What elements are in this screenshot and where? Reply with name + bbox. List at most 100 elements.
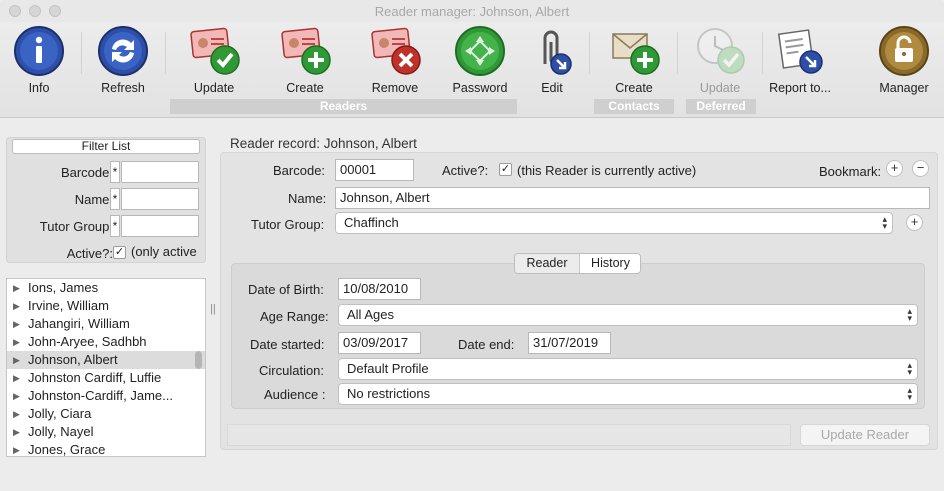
paperclip-edit-icon xyxy=(543,30,572,75)
filter-name-wildcard: * xyxy=(110,188,120,210)
reader-history-tabs: Reader History xyxy=(514,253,641,274)
manager-button[interactable]: Manager xyxy=(864,24,944,95)
disclosure-triangle-icon[interactable]: ▶ xyxy=(13,387,20,405)
reader-list-item[interactable]: ▶ Ions, James xyxy=(7,279,205,297)
date-started-field[interactable]: 03/09/2017 xyxy=(338,332,421,354)
bookmark-add-button[interactable]: + xyxy=(886,160,903,177)
date-of-birth-field[interactable]: 10/08/2010 xyxy=(338,278,421,300)
chevron-updown-icon: ▴ ▾ xyxy=(882,214,887,231)
reader-name: Jolly, Ciara xyxy=(28,406,92,421)
window-title: Reader manager: Johnson, Albert xyxy=(374,4,570,19)
clock-check-icon xyxy=(697,28,745,74)
reader-list-item[interactable]: ▶ John-Aryee, Sadhbh xyxy=(7,333,205,351)
padlock-icon xyxy=(879,26,929,76)
filter-barcode-input[interactable] xyxy=(121,161,199,183)
reader-list-item[interactable]: ▶ Jolly, Nayel xyxy=(7,423,205,441)
update-reader-button[interactable]: Update xyxy=(174,24,254,95)
audience-value: No restrictions xyxy=(347,386,431,401)
disclosure-triangle-icon[interactable]: ▶ xyxy=(13,351,20,369)
tab-reader[interactable]: Reader xyxy=(515,254,579,273)
barcode-label: Barcode: xyxy=(273,163,326,178)
envelope-add-icon xyxy=(612,33,660,75)
password-button[interactable]: Password xyxy=(440,24,520,95)
filter-list-button[interactable]: Filter List xyxy=(12,139,200,154)
reader-name: Irvine, William xyxy=(28,298,109,313)
reader-name: Johnson, Albert xyxy=(28,352,118,367)
reader-name: Johnston Cardiff, Luffie xyxy=(28,370,162,385)
tutor-group-value: Chaffinch xyxy=(344,215,399,230)
disclosure-triangle-icon[interactable]: ▶ xyxy=(13,369,20,387)
tutor-group-select[interactable]: Chaffinch ▴ ▾ xyxy=(335,212,893,234)
toolbar-separator xyxy=(81,32,82,74)
disclosure-triangle-icon[interactable]: ▶ xyxy=(13,333,20,351)
reader-list-item[interactable]: ▶ Jones, Grace xyxy=(7,441,205,456)
update-reader-submit-button[interactable]: Update Reader xyxy=(800,424,930,446)
info-button[interactable]: Info xyxy=(0,24,79,95)
filter-tutor-input[interactable] xyxy=(121,215,199,237)
reader-card-add-icon xyxy=(281,27,331,75)
name-label: Name: xyxy=(288,191,327,206)
reader-name: Johnston-Cardiff, Jame... xyxy=(28,388,173,403)
active-checkbox[interactable]: ✓ xyxy=(499,163,512,176)
active-label: Active?: xyxy=(442,163,489,178)
reader-name: Jahangiri, William xyxy=(28,316,130,331)
bookmark-remove-button[interactable]: − xyxy=(912,160,929,177)
tutor-group-add-button[interactable]: + xyxy=(906,214,923,231)
disclosure-triangle-icon[interactable]: ▶ xyxy=(13,315,20,333)
report-to-button[interactable]: Report to... xyxy=(760,24,840,95)
refresh-icon xyxy=(98,26,148,76)
filter-name-label: Name: xyxy=(74,192,113,207)
toolbar-separator xyxy=(589,32,590,74)
circulation-select[interactable]: Default Profile ▴ ▾ xyxy=(338,358,918,380)
name-field[interactable]: Johnson, Albert xyxy=(335,187,930,209)
filter-panel: Filter List Barcode: * Name: * Tutor Gro… xyxy=(6,137,206,263)
barcode-field[interactable]: 00001 xyxy=(335,159,414,181)
info-icon xyxy=(14,26,64,76)
title-bar: Reader manager: Johnson, Albert xyxy=(0,0,944,22)
tab-history[interactable]: History xyxy=(580,254,640,273)
age-range-select[interactable]: All Ages ▴ ▾ xyxy=(338,304,918,326)
audience-label: Audience : xyxy=(264,387,326,402)
circulation-label: Circulation: xyxy=(259,363,325,378)
chevron-updown-icon: ▴ ▾ xyxy=(907,306,912,323)
remove-reader-button[interactable]: Remove xyxy=(355,24,435,95)
contacts-group-label: Contacts xyxy=(594,99,674,114)
reader-name: Jolly, Nayel xyxy=(28,424,94,439)
filter-name-input[interactable] xyxy=(121,188,199,210)
disclosure-triangle-icon[interactable]: ▶ xyxy=(13,297,20,315)
create-contact-button[interactable]: Create xyxy=(594,24,674,95)
toolbar-separator xyxy=(677,32,678,74)
reader-list-item[interactable]: ▶ Jahangiri, William xyxy=(7,315,205,333)
chevron-updown-icon: ▴ ▾ xyxy=(907,360,912,377)
edit-button[interactable]: Edit xyxy=(512,24,592,95)
update-deferred-button[interactable]: Update xyxy=(680,24,760,95)
date-of-birth-label: Date of Birth: xyxy=(248,282,324,297)
disclosure-triangle-icon[interactable]: ▶ xyxy=(13,423,20,441)
filter-active-label: Active?: xyxy=(66,246,113,261)
disclosure-triangle-icon[interactable]: ▶ xyxy=(13,279,20,297)
create-reader-button[interactable]: Create xyxy=(265,24,345,95)
toolbar-separator xyxy=(165,32,166,74)
reader-list-item[interactable]: ▶ Jolly, Ciara xyxy=(7,405,205,423)
disclosure-triangle-icon[interactable]: ▶ xyxy=(13,441,20,456)
reader-list-scrollbar[interactable] xyxy=(195,351,202,369)
reader-list-item[interactable]: ▶ Irvine, William xyxy=(7,297,205,315)
reader-list-item[interactable]: ▶ Johnson, Albert xyxy=(7,351,205,369)
filter-active-checkbox[interactable]: ✓ xyxy=(113,246,126,259)
date-end-label: Date end: xyxy=(458,337,515,352)
circulation-value: Default Profile xyxy=(347,361,429,376)
filter-tutor-wildcard: * xyxy=(110,215,120,237)
audience-select[interactable]: No restrictions ▴ ▾ xyxy=(338,383,918,405)
reader-list[interactable]: ▶ Ions, James ▶ Irvine, William ▶ Jahangiri, … xyxy=(6,278,206,457)
reader-list-item[interactable]: ▶ Johnston Cardiff, Luffie xyxy=(7,369,205,387)
split-view-handle[interactable]: || xyxy=(210,303,216,315)
reader-list-item[interactable]: ▶ Johnston-Cardiff, Jame... xyxy=(7,387,205,405)
password-icon xyxy=(455,26,505,76)
readers-group-label: Readers xyxy=(170,99,517,114)
age-range-label: Age Range: xyxy=(260,309,329,324)
age-range-value: All Ages xyxy=(347,307,394,322)
record-title: Reader record: Johnson, Albert xyxy=(230,136,417,151)
refresh-button[interactable]: Refresh xyxy=(83,24,163,95)
date-end-field[interactable]: 31/07/2019 xyxy=(528,332,611,354)
disclosure-triangle-icon[interactable]: ▶ xyxy=(13,405,20,423)
